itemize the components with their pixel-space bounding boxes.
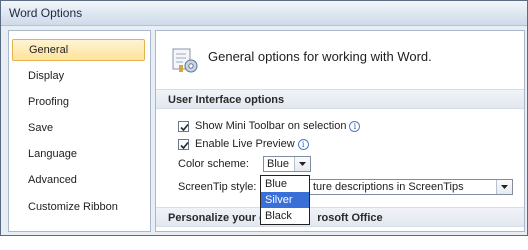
live-preview-checkbox[interactable] bbox=[178, 139, 189, 150]
dropdown-arrow-button[interactable] bbox=[294, 157, 310, 171]
color-scheme-select[interactable]: Blue bbox=[263, 156, 311, 172]
section-header-personalize: Personalize your c rosoft Office bbox=[156, 207, 524, 227]
window-title: Word Options bbox=[9, 6, 83, 20]
color-option-silver[interactable]: Silver bbox=[261, 192, 309, 208]
checkmark-icon bbox=[180, 123, 189, 132]
live-preview-label: Enable Live Preview bbox=[195, 138, 295, 150]
color-option-blue[interactable]: Blue bbox=[261, 176, 309, 192]
sidebar-item-proofing[interactable]: Proofing bbox=[12, 91, 145, 113]
sidebar-item-general[interactable]: General bbox=[12, 39, 145, 61]
color-scheme-dropdown-list: Blue Silver Black bbox=[260, 175, 310, 225]
section-header-ui-options: User Interface options bbox=[156, 89, 524, 109]
options-content: General options for working with Word. U… bbox=[155, 30, 525, 232]
word-options-window: Word Options General Display Proofing Sa… bbox=[0, 0, 528, 236]
chevron-down-icon bbox=[501, 185, 508, 189]
sidebar-item-language[interactable]: Language bbox=[12, 143, 145, 165]
screentip-style-label: ScreenTip style: bbox=[178, 181, 257, 193]
sidebar-item-display[interactable]: Display bbox=[12, 65, 145, 87]
personalize-title-right: rosoft Office bbox=[317, 212, 383, 224]
options-gear-icon bbox=[172, 48, 198, 73]
chevron-down-icon bbox=[299, 162, 306, 166]
sidebar-item-advanced[interactable]: Advanced bbox=[12, 169, 145, 191]
color-scheme-value: Blue bbox=[267, 158, 290, 170]
info-icon: i bbox=[297, 139, 309, 150]
sidebar-item-save[interactable]: Save bbox=[12, 117, 145, 139]
dropdown-arrow-button[interactable] bbox=[496, 180, 512, 194]
color-scheme-label: Color scheme: bbox=[178, 158, 249, 170]
screentip-style-value: ture descriptions in ScreenTips bbox=[313, 181, 464, 193]
mini-toolbar-label: Show Mini Toolbar on selection bbox=[195, 120, 347, 132]
checkmark-icon bbox=[180, 141, 189, 150]
personalize-title-left: Personalize your c bbox=[168, 212, 266, 224]
page-heading: General options for working with Word. bbox=[208, 49, 432, 64]
color-option-black[interactable]: Black bbox=[261, 208, 309, 224]
options-sidebar: General Display Proofing Save Language A… bbox=[8, 30, 151, 232]
sidebar-item-customize-ribbon[interactable]: Customize Ribbon bbox=[12, 196, 145, 218]
title-bar: Word Options bbox=[1, 1, 527, 26]
info-icon: i bbox=[349, 121, 361, 132]
mini-toolbar-checkbox[interactable] bbox=[178, 121, 189, 132]
